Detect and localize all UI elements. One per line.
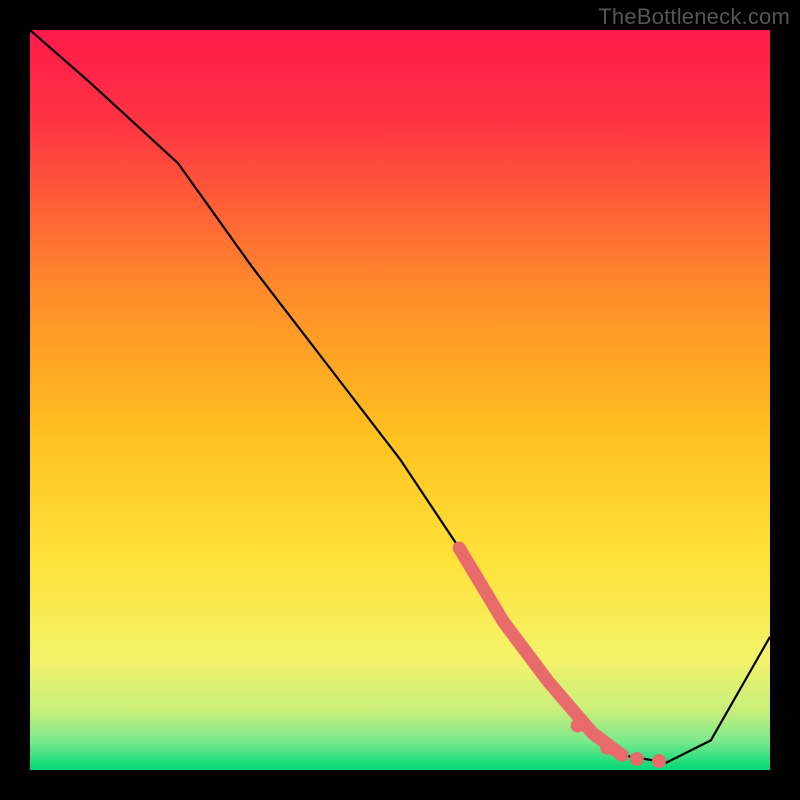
- gradient-background: [30, 30, 770, 770]
- plot-area: [30, 30, 770, 770]
- optimal-point: [652, 754, 666, 768]
- optimal-point: [571, 719, 585, 733]
- optimal-point: [600, 741, 614, 755]
- watermark-text: TheBottleneck.com: [598, 4, 790, 30]
- chart-svg: [30, 30, 770, 770]
- chart-frame: TheBottleneck.com: [0, 0, 800, 800]
- optimal-point: [630, 752, 644, 766]
